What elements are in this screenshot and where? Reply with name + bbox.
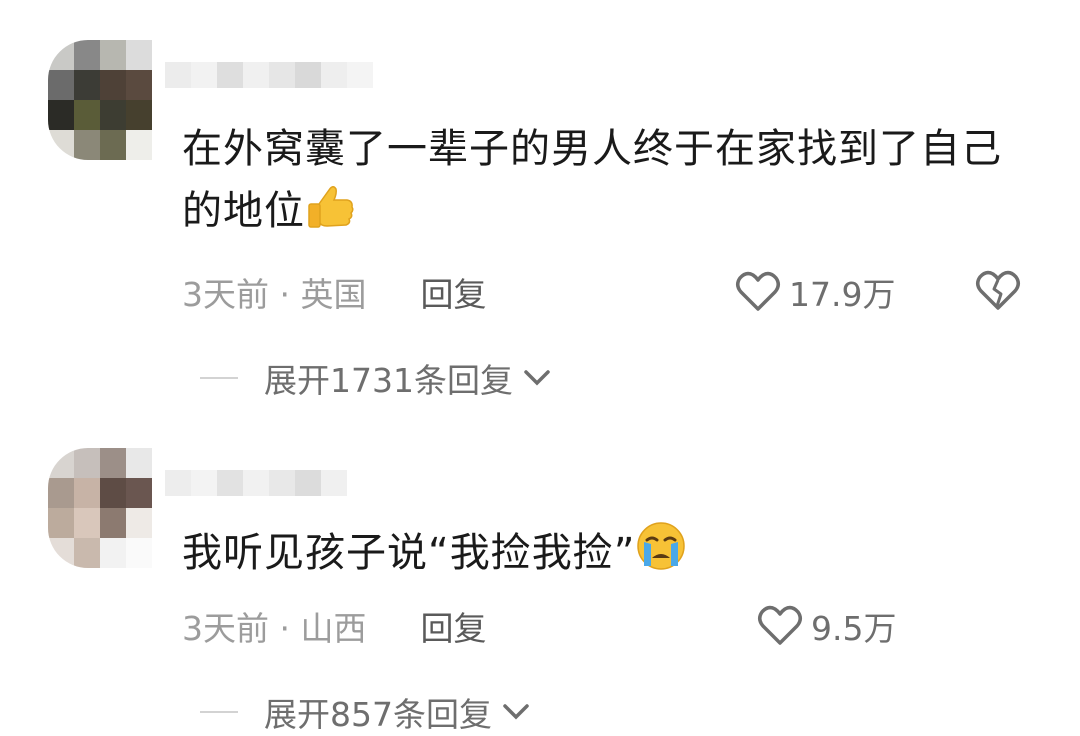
crying-face-emoji-icon	[635, 520, 687, 590]
expand-replies-label: 展开1731条回复	[264, 361, 513, 400]
avatar[interactable]	[48, 40, 152, 160]
like-count: 9.5万	[811, 609, 897, 648]
reply-button[interactable]: 回复	[420, 268, 486, 316]
dislike-button[interactable]	[975, 270, 1021, 316]
expand-replies-label: 展开857条回复	[264, 695, 492, 734]
heart-icon	[758, 605, 802, 645]
comment-text: 在外窝囊了一辈子的男人终于在家找到了自己的地位	[182, 118, 1020, 248]
comment-meta: 3天前 · 英国 回复	[182, 270, 486, 314]
expand-replies-button[interactable]: 展开1731条回复	[200, 356, 551, 400]
comment-text-content: 我听见孩子说“我捡我捡”	[182, 530, 636, 576]
broken-heart-icon	[976, 270, 1020, 310]
username-blurred[interactable]	[165, 470, 347, 496]
divider-dash	[200, 377, 238, 379]
like-button[interactable]: 9.5万	[757, 604, 896, 648]
chevron-down-icon	[524, 370, 550, 386]
thumbs-up-emoji-icon	[305, 184, 355, 248]
like-button[interactable]: 17.9万	[735, 270, 895, 314]
time-location: 3天前 · 英国	[182, 275, 367, 314]
divider-dash	[200, 711, 238, 713]
avatar[interactable]	[48, 448, 152, 568]
time-location: 3天前 · 山西	[182, 609, 367, 648]
username-blurred[interactable]	[165, 62, 373, 88]
like-count: 17.9万	[789, 275, 896, 314]
chevron-down-icon	[503, 704, 529, 720]
heart-icon	[736, 271, 780, 311]
comment-text: 我听见孩子说“我捡我捡”	[182, 520, 1020, 590]
comment-meta: 3天前 · 山西 回复	[182, 604, 486, 648]
expand-replies-button[interactable]: 展开857条回复	[200, 690, 530, 734]
reply-button[interactable]: 回复	[420, 602, 486, 650]
